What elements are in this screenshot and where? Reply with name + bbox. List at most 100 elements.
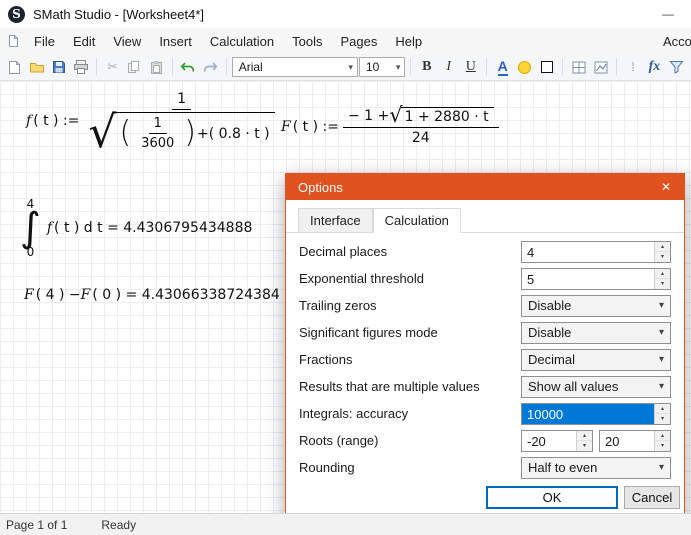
ready-status: Ready — [101, 518, 136, 532]
roots-max-spinner[interactable]: 20 ▴▾ — [599, 430, 671, 452]
paste-icon[interactable] — [146, 56, 167, 78]
toolbar-overflow-icon[interactable]: ⁞ — [622, 56, 643, 78]
integral-sign: ∫ — [20, 211, 41, 245]
italic-button[interactable]: I — [438, 56, 459, 78]
roots-min-spinner[interactable]: -20 ▴▾ — [521, 430, 593, 452]
cut-icon[interactable]: ✂ — [102, 56, 123, 78]
field-label: Results that are multiple values — [299, 379, 521, 394]
spinner-value: -20 — [522, 431, 576, 451]
spinner-up-icon[interactable]: ▴ — [655, 269, 670, 280]
title-bar: S SMath Studio - [Worksheet4*] — — [0, 0, 691, 28]
math-function-name: F — [81, 287, 91, 303]
results-multiple-values-dropdown[interactable]: Show all values ▾ — [521, 376, 671, 398]
save-icon[interactable] — [48, 56, 69, 78]
redo-icon[interactable] — [200, 56, 221, 78]
decimal-places-spinner[interactable]: 4 ▴▾ — [521, 241, 671, 263]
row-rounding: Rounding Half to even ▾ — [286, 454, 684, 481]
copy-icon[interactable] — [124, 56, 145, 78]
math-inner-denominator: 3600 — [136, 134, 179, 151]
border-icon — [541, 61, 553, 73]
border-button[interactable] — [536, 56, 557, 78]
field-label: Trailing zeros — [299, 298, 521, 313]
formula-F-definition[interactable]: F ( t ) := − 1 + √ 1 + 2880 · t 24 — [281, 107, 503, 146]
math-radicand: 1 + 2880 · t — [401, 107, 494, 125]
matrix-icon[interactable] — [568, 56, 589, 78]
undo-icon[interactable] — [178, 56, 199, 78]
underline-button[interactable]: U — [460, 56, 481, 78]
tab-interface[interactable]: Interface — [298, 208, 373, 232]
menu-bar: File Edit View Insert Calculation Tools … — [0, 28, 691, 54]
menu-tools[interactable]: Tools — [283, 30, 331, 53]
window-title: SMath Studio - [Worksheet4*] — [33, 7, 653, 22]
font-size-combo[interactable]: 10 ▾ — [359, 57, 405, 77]
radical-sign: √ — [88, 114, 116, 151]
dropdown-value: Decimal — [528, 352, 575, 367]
status-bar: Page 1 of 1 Ready — [0, 513, 691, 535]
bold-button[interactable]: B — [416, 56, 437, 78]
spinner-down-icon[interactable]: ▾ — [655, 252, 670, 262]
formula-integral[interactable]: 4 ∫ 0 f ( t ) d t = 4.4306795434888 — [20, 197, 252, 259]
integrals-accuracy-spinner[interactable]: 10000 ▴▾ — [521, 403, 671, 425]
plot-icon[interactable] — [590, 56, 611, 78]
math-denominator: 24 — [407, 128, 435, 146]
insert-function-button[interactable]: fx — [644, 56, 665, 78]
rounding-dropdown[interactable]: Half to even ▾ — [521, 457, 671, 479]
exponential-threshold-spinner[interactable]: 5 ▴▾ — [521, 268, 671, 290]
spinner-down-icon[interactable]: ▾ — [655, 414, 670, 424]
row-fractions: Fractions Decimal ▾ — [286, 346, 684, 373]
fractions-dropdown[interactable]: Decimal ▾ — [521, 349, 671, 371]
toolbar-separator — [410, 58, 411, 76]
formula-f-definition[interactable]: f ( t ) := 1 √ ( 1 3600 ) + — [26, 91, 284, 151]
worksheet-canvas[interactable]: f ( t ) := 1 √ ( 1 3600 ) + — [0, 81, 691, 513]
dialog-title-bar[interactable]: Options ✕ — [286, 174, 684, 200]
menu-edit[interactable]: Edit — [64, 30, 104, 53]
tab-calculation[interactable]: Calculation — [373, 208, 461, 233]
spinner-value: 4 — [522, 242, 654, 262]
integral-lower-limit: 0 — [27, 245, 35, 259]
row-trailing-zeros: Trailing zeros Disable ▾ — [286, 292, 684, 319]
spinner-up-icon[interactable]: ▴ — [655, 242, 670, 253]
spinner-value: 5 — [522, 269, 654, 289]
menu-insert[interactable]: Insert — [150, 30, 201, 53]
spinner-up-icon[interactable]: ▴ — [655, 431, 670, 442]
menu-account[interactable]: Account — [663, 34, 691, 49]
spinner-down-icon[interactable]: ▾ — [655, 279, 670, 289]
chevron-down-icon: ▾ — [396, 62, 401, 73]
highlight-color-button[interactable] — [514, 56, 535, 78]
cancel-button[interactable]: Cancel — [624, 486, 680, 509]
minimize-button[interactable]: — — [653, 7, 683, 21]
spinner-down-icon[interactable]: ▾ — [655, 441, 670, 451]
new-document-icon[interactable] — [4, 56, 25, 78]
formula-difference[interactable]: F ( 4 ) − F ( 0 ) = 4.43066338724384 — [24, 287, 280, 303]
spinner-up-icon[interactable]: ▴ — [577, 431, 592, 442]
dropdown-value: Show all values — [528, 379, 618, 394]
menu-view[interactable]: View — [104, 30, 150, 53]
print-icon[interactable] — [70, 56, 91, 78]
spinner-down-icon[interactable]: ▾ — [577, 441, 592, 451]
significant-figures-dropdown[interactable]: Disable ▾ — [521, 322, 671, 344]
toolbar-separator — [226, 58, 227, 76]
chevron-down-icon: ▾ — [348, 62, 353, 73]
trailing-zeros-dropdown[interactable]: Disable ▾ — [521, 295, 671, 317]
font-size-value: 10 — [366, 60, 379, 74]
ok-button[interactable]: OK — [486, 486, 618, 509]
menu-pages[interactable]: Pages — [332, 30, 387, 53]
font-family-combo[interactable]: Arial ▾ — [232, 57, 358, 77]
close-icon[interactable]: ✕ — [648, 174, 684, 200]
spinner-up-icon[interactable]: ▴ — [655, 404, 670, 415]
math-numerator: 1 — [172, 91, 191, 110]
filter-icon[interactable] — [666, 56, 687, 78]
math-result: ( t ) d t = 4.4306795434888 — [54, 220, 252, 236]
menu-calculation[interactable]: Calculation — [201, 30, 283, 53]
font-color-button[interactable]: A — [492, 56, 513, 78]
toolbar-separator — [562, 58, 563, 76]
app-logo-icon: S — [8, 6, 25, 23]
dropdown-value: Disable — [528, 325, 571, 340]
field-label: Exponential threshold — [299, 271, 521, 286]
row-results-multiple-values: Results that are multiple values Show al… — [286, 373, 684, 400]
dialog-buttons: OK Cancel — [486, 486, 680, 509]
roots-range-controls: -20 ▴▾ 20 ▴▾ — [521, 430, 671, 452]
menu-help[interactable]: Help — [386, 30, 431, 53]
open-icon[interactable] — [26, 56, 47, 78]
menu-file[interactable]: File — [25, 30, 64, 53]
